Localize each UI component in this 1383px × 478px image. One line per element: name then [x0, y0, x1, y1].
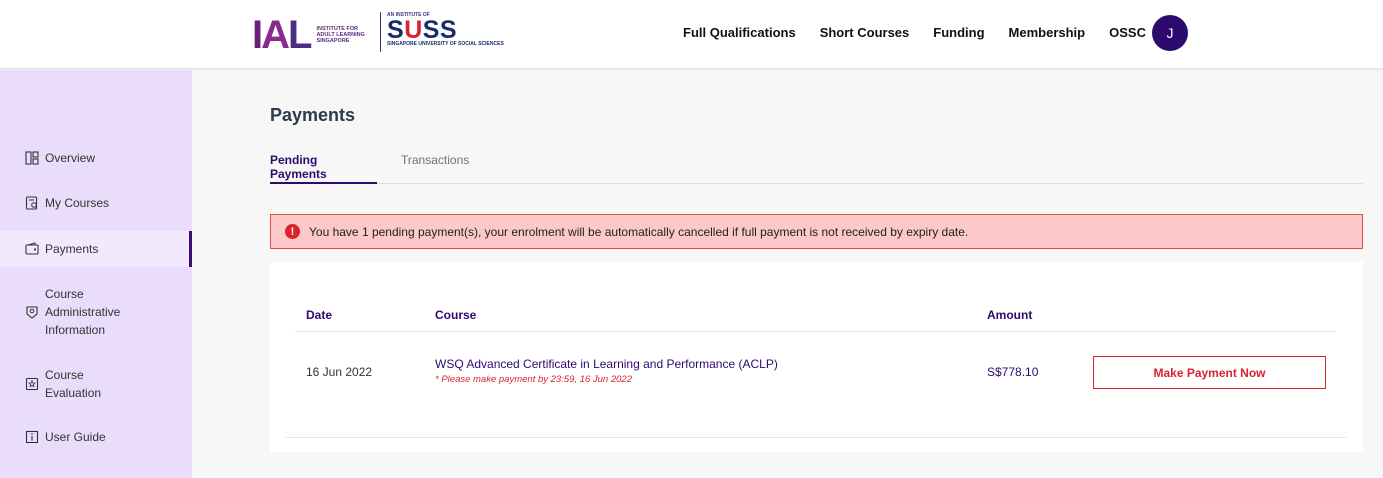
logo-divider	[380, 12, 381, 52]
sidebar-item-overview[interactable]: Overview	[0, 148, 192, 168]
sidebar-item-course-administrative-information[interactable]: Course Administrative Information	[0, 284, 192, 340]
sidebar-item-label: Overview	[45, 151, 96, 165]
nav-ossc[interactable]: OSSC	[1109, 25, 1146, 40]
sidebar-item-my-courses[interactable]: My Courses	[0, 193, 192, 213]
top-header: IAL Institute for Adult Learning Singapo…	[0, 0, 1383, 69]
column-header-course: Course	[435, 308, 477, 322]
sidebar-item-payments[interactable]: Payments	[0, 231, 192, 267]
courses-icon	[24, 196, 39, 211]
wallet-icon	[24, 242, 39, 257]
row-amount: S$778.10	[987, 365, 1039, 379]
suss-logo[interactable]: An Institute of SUSS Singapore Universit…	[387, 12, 504, 48]
sidebar-item-label: User Guide	[45, 430, 106, 444]
page-title: Payments	[270, 105, 356, 125]
column-header-date: Date	[306, 308, 333, 322]
tab-transactions[interactable]: Transactions	[401, 153, 469, 184]
table-footer-divider	[286, 437, 1346, 438]
ial-logo-tagline: Institute for Adult Learning Singapore	[316, 26, 365, 44]
row-payment-deadline: * Please make payment by 23:59, 16 Jun 2…	[435, 374, 632, 385]
payment-tabs: Pending Payments Transactions	[270, 150, 1363, 184]
make-payment-now-button[interactable]: Make Payment Now	[1093, 356, 1326, 389]
badge-icon	[24, 305, 39, 320]
sidebar-item-course-evaluation[interactable]: Course Evaluation	[0, 365, 192, 403]
nav-membership[interactable]: Membership	[1009, 25, 1086, 40]
ial-logo[interactable]: IAL Institute for Adult Learning Singapo…	[252, 13, 372, 57]
ial-logo-letters: IAL	[252, 13, 312, 57]
pending-payment-alert: ! You have 1 pending payment(s), your en…	[270, 214, 1363, 249]
avatar[interactable]: J	[1152, 15, 1188, 51]
evaluation-icon	[24, 377, 39, 392]
sidebar-item-label: Course Administrative Information	[45, 287, 121, 337]
error-icon: !	[285, 224, 300, 239]
nav-funding[interactable]: Funding	[933, 25, 984, 40]
nav-short-courses[interactable]: Short Courses	[820, 25, 910, 40]
column-header-amount: Amount	[987, 308, 1033, 322]
suss-logo-subtitle: Singapore University of Social Sciences	[387, 41, 504, 47]
alert-text: You have 1 pending payment(s), your enro…	[309, 224, 969, 239]
payments-table-card: Date Course Amount 16 Jun 2022 WSQ Advan…	[270, 262, 1363, 452]
row-date: 16 Jun 2022	[306, 365, 373, 379]
sidebar-item-label: My Courses	[45, 196, 110, 210]
sidebar-item-label: Course Evaluation	[45, 368, 102, 400]
sidebar-item-label: Payments	[45, 242, 99, 256]
layout-icon	[24, 151, 39, 166]
nav-full-qualifications[interactable]: Full Qualifications	[683, 25, 796, 40]
info-icon	[24, 430, 39, 445]
row-course-name[interactable]: WSQ Advanced Certificate in Learning and…	[435, 357, 778, 371]
header-divider	[295, 331, 1335, 332]
suss-logo-name: SUSS	[387, 16, 458, 44]
sidebar: Overview My Courses Payments Course Admi…	[0, 70, 192, 478]
sidebar-item-user-guide[interactable]: User Guide	[0, 427, 192, 447]
tab-pending-payments[interactable]: Pending Payments	[270, 153, 377, 184]
top-nav: Full Qualifications Short Courses Fundin…	[683, 23, 1170, 41]
